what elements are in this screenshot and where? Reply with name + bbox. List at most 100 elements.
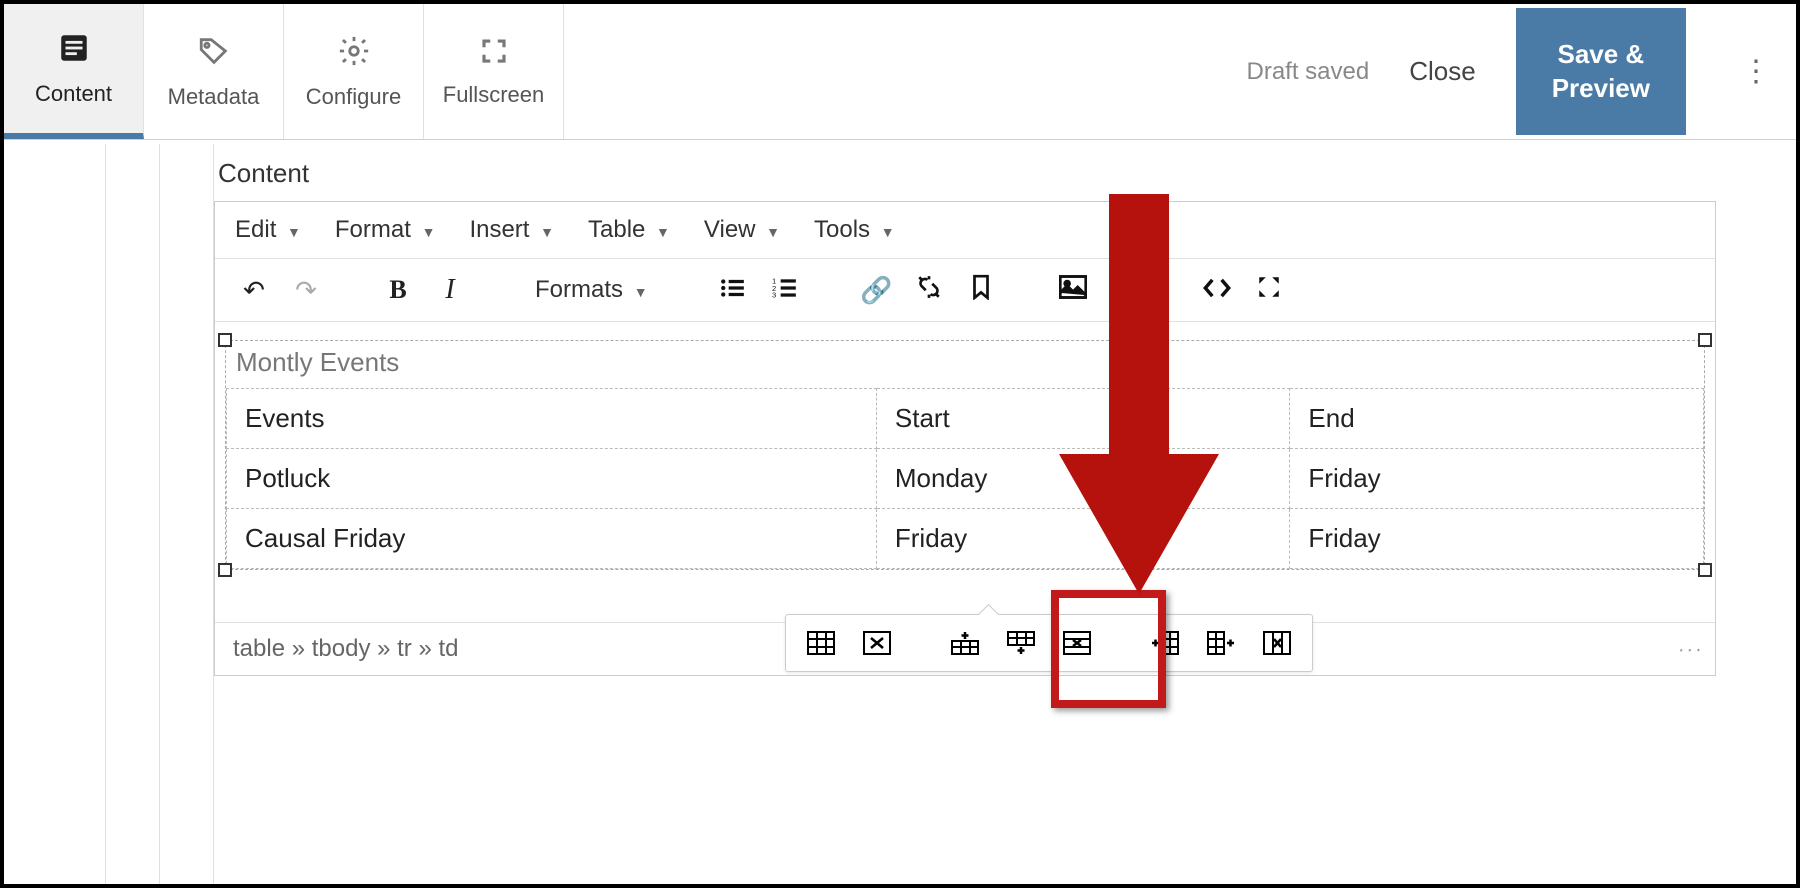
menu-tools[interactable]: Tools ▼ bbox=[814, 216, 895, 244]
more-menu-button[interactable]: ⋮ bbox=[1726, 54, 1786, 89]
menu-format[interactable]: Format ▼ bbox=[335, 216, 436, 244]
col-insert-right-icon bbox=[1207, 631, 1235, 655]
tab-content[interactable]: Content bbox=[4, 4, 144, 139]
resize-handle[interactable] bbox=[218, 563, 232, 577]
editor-table[interactable]: Events Start End Potluck Monday Friday C… bbox=[226, 388, 1704, 569]
fullscreen-editor-button[interactable] bbox=[1248, 269, 1290, 311]
undo-icon: ↶ bbox=[243, 275, 265, 306]
table-row[interactable]: Causal Friday Friday Friday bbox=[227, 509, 1704, 569]
table-cell[interactable]: Causal Friday bbox=[227, 509, 877, 569]
table-cell[interactable]: Friday bbox=[1290, 509, 1704, 569]
top-right-actions: Draft saved Close Save &Preview ⋮ bbox=[1247, 4, 1797, 139]
row-delete-icon bbox=[1063, 631, 1091, 655]
chevron-down-icon: ▼ bbox=[422, 224, 436, 240]
chevron-down-icon: ▼ bbox=[766, 224, 780, 240]
chevron-down-icon: ▼ bbox=[540, 224, 554, 240]
rich-text-editor: Edit ▼ Format ▼ Insert ▼ Table ▼ View ▼ … bbox=[214, 201, 1716, 676]
italic-button[interactable]: I bbox=[429, 269, 471, 311]
menu-insert[interactable]: Insert ▼ bbox=[469, 216, 554, 244]
tag-icon bbox=[197, 34, 231, 76]
numbered-list-icon: 123 bbox=[772, 275, 798, 306]
editor-toolbar: ↶ ↷ B I Formats ▼ 123 🔗 bbox=[215, 259, 1715, 322]
editor-canvas[interactable]: Montly Events Events Start End Potluck M… bbox=[215, 322, 1715, 622]
unlink-icon bbox=[915, 274, 943, 307]
tab-metadata[interactable]: Metadata bbox=[144, 4, 284, 139]
link-button[interactable]: 🔗 bbox=[856, 269, 898, 311]
table-properties-button[interactable] bbox=[804, 629, 838, 657]
delete-row-button[interactable] bbox=[1060, 629, 1094, 657]
close-button[interactable]: Close bbox=[1409, 56, 1475, 87]
table-grid-icon bbox=[807, 631, 835, 655]
tab-label: Content bbox=[35, 81, 112, 107]
save-label: Save &Preview bbox=[1552, 39, 1650, 103]
insert-row-before-button[interactable] bbox=[948, 629, 982, 657]
table-row[interactable]: Events Start End bbox=[227, 389, 1704, 449]
image-button[interactable] bbox=[1052, 269, 1094, 311]
table-cell[interactable]: End bbox=[1290, 389, 1704, 449]
row-insert-above-icon bbox=[951, 631, 979, 655]
chevron-down-icon: ▼ bbox=[656, 224, 670, 240]
numbered-list-button[interactable]: 123 bbox=[764, 269, 806, 311]
unlink-button[interactable] bbox=[908, 269, 950, 311]
expand-icon bbox=[1256, 274, 1282, 307]
resize-handle[interactable] bbox=[1698, 563, 1712, 577]
resize-handle[interactable] bbox=[1698, 333, 1712, 347]
editor-tabs: Content Metadata Configure Fullscreen bbox=[4, 4, 564, 139]
tab-label: Metadata bbox=[168, 84, 260, 110]
menu-table[interactable]: Table ▼ bbox=[588, 216, 670, 244]
undo-button[interactable]: ↶ bbox=[233, 269, 275, 311]
tab-configure[interactable]: Configure bbox=[284, 4, 424, 139]
resize-handle[interactable] bbox=[218, 333, 232, 347]
editor-menubar: Edit ▼ Format ▼ Insert ▼ Table ▼ View ▼ … bbox=[215, 202, 1715, 259]
tab-fullscreen[interactable]: Fullscreen bbox=[424, 4, 564, 139]
chevron-down-icon: ▼ bbox=[881, 224, 895, 240]
italic-icon: I bbox=[445, 274, 454, 306]
media-button[interactable] bbox=[1104, 269, 1146, 311]
chevron-down-icon: ▼ bbox=[634, 284, 648, 300]
delete-col-button[interactable] bbox=[1260, 629, 1294, 657]
top-toolbar: Content Metadata Configure Fullscreen bbox=[4, 4, 1796, 140]
bold-icon: B bbox=[389, 275, 406, 305]
table-cell[interactable]: Friday bbox=[1290, 449, 1704, 509]
bullet-list-icon bbox=[720, 275, 746, 306]
tab-label: Configure bbox=[306, 84, 401, 110]
redo-icon: ↷ bbox=[295, 275, 317, 306]
bullet-list-button[interactable] bbox=[712, 269, 754, 311]
resize-grip-icon[interactable]: ⋰ bbox=[1676, 636, 1702, 662]
editor-table-selection[interactable]: Montly Events Events Start End Potluck M… bbox=[225, 340, 1705, 570]
code-icon bbox=[1203, 275, 1231, 306]
save-preview-button[interactable]: Save &Preview bbox=[1516, 8, 1686, 136]
col-delete-icon bbox=[1263, 631, 1291, 655]
table-cell[interactable]: Events bbox=[227, 389, 877, 449]
menu-edit[interactable]: Edit ▼ bbox=[235, 216, 301, 244]
content-icon bbox=[57, 31, 91, 73]
insert-col-before-button[interactable] bbox=[1148, 629, 1182, 657]
kebab-icon: ⋮ bbox=[1741, 54, 1771, 89]
section-title: Content bbox=[214, 150, 1716, 201]
media-icon bbox=[1110, 275, 1140, 306]
bold-button[interactable]: B bbox=[377, 269, 419, 311]
bookmark-button[interactable] bbox=[960, 269, 1002, 311]
table-caption[interactable]: Montly Events bbox=[226, 341, 1704, 388]
insert-row-after-button[interactable] bbox=[1004, 629, 1038, 657]
element-path[interactable]: table » tbody » tr » td bbox=[233, 635, 458, 663]
table-cell[interactable]: Potluck bbox=[227, 449, 877, 509]
table-cell[interactable]: Start bbox=[876, 389, 1290, 449]
table-cell[interactable]: Friday bbox=[876, 509, 1290, 569]
insert-col-after-button[interactable] bbox=[1204, 629, 1238, 657]
draft-status: Draft saved bbox=[1247, 58, 1370, 86]
fullscreen-icon bbox=[479, 36, 509, 74]
link-icon: 🔗 bbox=[860, 275, 892, 306]
col-insert-left-icon bbox=[1151, 631, 1179, 655]
redo-button[interactable]: ↷ bbox=[285, 269, 327, 311]
tab-label: Fullscreen bbox=[443, 82, 544, 108]
table-row[interactable]: Potluck Monday Friday bbox=[227, 449, 1704, 509]
table-cell[interactable]: Monday bbox=[876, 449, 1290, 509]
source-code-button[interactable] bbox=[1196, 269, 1238, 311]
formats-dropdown[interactable]: Formats ▼ bbox=[521, 276, 662, 304]
gear-icon bbox=[337, 34, 371, 76]
bookmark-icon bbox=[970, 274, 992, 307]
chevron-down-icon: ▼ bbox=[287, 224, 301, 240]
delete-table-button[interactable] bbox=[860, 629, 894, 657]
menu-view[interactable]: View ▼ bbox=[704, 216, 780, 244]
